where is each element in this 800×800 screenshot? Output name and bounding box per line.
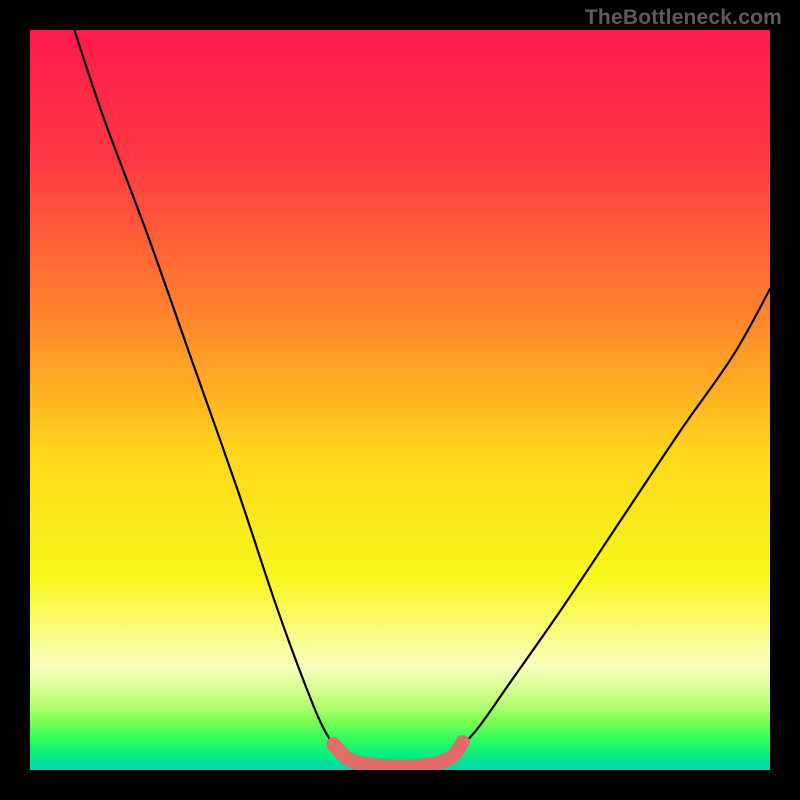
plot-area bbox=[30, 30, 770, 770]
chart-frame: TheBottleneck.com bbox=[0, 0, 800, 800]
gradient-background bbox=[30, 30, 770, 770]
watermark-text: TheBottleneck.com bbox=[585, 6, 782, 30]
chart-canvas bbox=[30, 30, 770, 770]
